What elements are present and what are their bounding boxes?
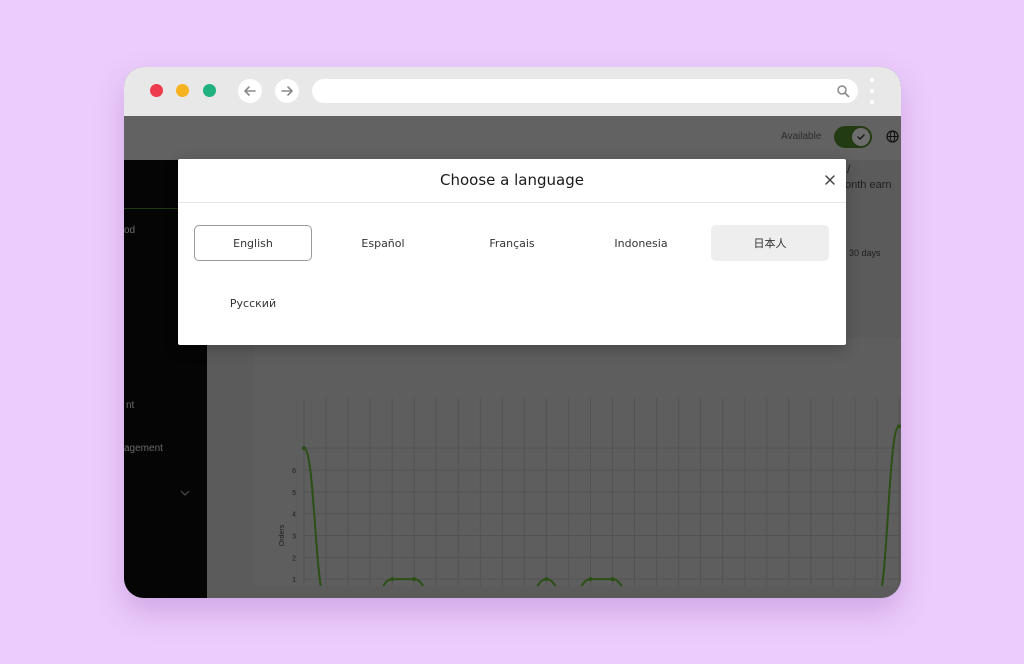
- orders-line-chart: 012345612/1012/1112/1212/1312/1412/1512/…: [279, 398, 901, 586]
- language-option-indonesian[interactable]: Indonesia: [582, 225, 700, 261]
- data-point: [897, 424, 901, 429]
- sidebar-item[interactable]: od: [124, 225, 135, 236]
- y-tick-label: 3: [292, 534, 296, 541]
- y-tick-label: 5: [292, 490, 296, 497]
- check-icon: [852, 128, 870, 146]
- sidebar-item[interactable]: nt: [126, 400, 134, 411]
- window-close-dot[interactable]: [150, 84, 163, 97]
- orders-series-line: [303, 425, 900, 586]
- data-point: [610, 577, 615, 582]
- y-tick-label: 1: [292, 577, 296, 584]
- sidebar-item[interactable]: agement: [124, 443, 163, 454]
- browser-menu-button[interactable]: [868, 78, 876, 104]
- data-point: [390, 577, 395, 582]
- y-tick-label: 6: [292, 468, 296, 475]
- arrow-left-icon: [244, 86, 256, 96]
- search-icon: [837, 85, 850, 98]
- y-tick-label: 2: [292, 555, 296, 562]
- browser-toolbar: [124, 67, 901, 116]
- language-modal: Choose a language English Español França…: [178, 159, 846, 345]
- window-minimize-dot[interactable]: [176, 84, 189, 97]
- data-point: [588, 577, 593, 582]
- chevron-down-icon[interactable]: [180, 488, 190, 498]
- arrow-right-icon: [281, 86, 293, 96]
- data-point: [412, 577, 417, 582]
- language-option-english[interactable]: English: [194, 225, 312, 261]
- behind-text: /: [847, 162, 851, 176]
- language-option-russian[interactable]: Русский: [194, 285, 312, 321]
- y-axis-label: Orders: [279, 524, 286, 546]
- window-maximize-dot[interactable]: [203, 84, 216, 97]
- language-option-japanese[interactable]: 日本人: [711, 225, 829, 261]
- app-header: Available: [124, 116, 901, 160]
- behind-text: 30 days: [849, 248, 881, 258]
- behind-text: onth earn: [845, 179, 892, 191]
- orders-chart: 012345612/1012/1112/1212/1312/1412/1512/…: [254, 338, 901, 586]
- language-option-french[interactable]: Français: [453, 225, 571, 261]
- globe-icon[interactable]: [886, 130, 899, 143]
- close-icon[interactable]: [823, 173, 837, 187]
- availability-label: Available: [781, 131, 822, 142]
- forward-button[interactable]: [275, 79, 299, 103]
- address-bar[interactable]: [312, 79, 858, 103]
- modal-title: Choose a language: [440, 171, 584, 189]
- language-option-spanish[interactable]: Español: [324, 225, 442, 261]
- back-button[interactable]: [238, 79, 262, 103]
- availability-toggle[interactable]: [834, 126, 872, 148]
- data-point: [544, 577, 549, 582]
- y-tick-label: 4: [292, 512, 296, 519]
- data-point: [302, 446, 306, 451]
- modal-divider: [178, 202, 846, 203]
